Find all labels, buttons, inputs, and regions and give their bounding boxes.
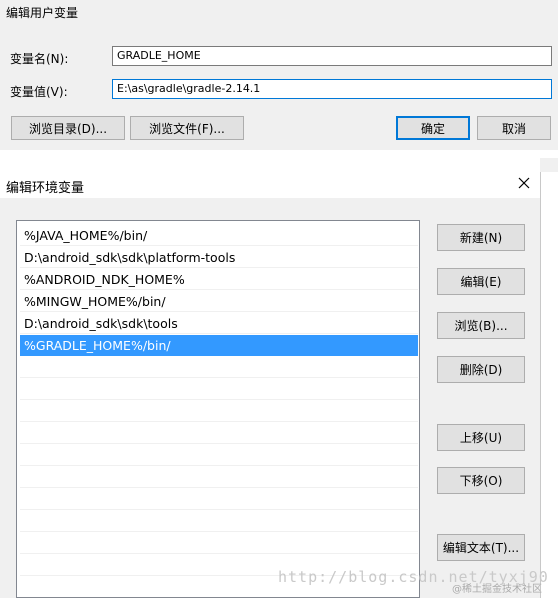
move-up-button[interactable]: 上移(U): [437, 424, 525, 451]
close-icon[interactable]: [517, 176, 531, 190]
cancel-button[interactable]: 取消: [477, 116, 551, 140]
move-down-button[interactable]: 下移(O): [437, 467, 525, 494]
empty-row[interactable]: [20, 489, 418, 510]
delete-button[interactable]: 删除(D): [437, 356, 525, 383]
list-item[interactable]: D:\android_sdk\sdk\platform-tools: [20, 247, 418, 268]
window-edge: [540, 172, 558, 598]
empty-row[interactable]: [20, 533, 418, 554]
separator: [0, 150, 558, 158]
watermark-credit: @稀土掘金技术社区: [452, 584, 542, 595]
edit-text-button[interactable]: 编辑文本(T)...: [437, 534, 525, 561]
variable-value-label: 变量值(V):: [10, 85, 68, 99]
list-item[interactable]: %JAVA_HOME%/bin/: [20, 225, 418, 246]
empty-row[interactable]: [20, 379, 418, 400]
variable-name-label: 变量名(N):: [10, 52, 69, 66]
dialog-title: 编辑环境变量: [6, 181, 85, 196]
variable-name-input[interactable]: GRADLE_HOME: [112, 46, 552, 66]
empty-row[interactable]: [20, 401, 418, 422]
ok-button[interactable]: 确定: [396, 116, 470, 140]
browse-file-button[interactable]: 浏览文件(F)...: [130, 116, 244, 140]
empty-row[interactable]: [20, 511, 418, 532]
browse-button[interactable]: 浏览(B)...: [437, 312, 525, 339]
empty-row[interactable]: [20, 467, 418, 488]
list-item[interactable]: D:\android_sdk\sdk\tools: [20, 313, 418, 334]
list-item-selected[interactable]: %GRADLE_HOME%/bin/: [20, 335, 418, 356]
list-item[interactable]: %MINGW_HOME%/bin/: [20, 291, 418, 312]
new-button[interactable]: 新建(N): [437, 224, 525, 251]
variable-value-input[interactable]: E:\as\gradle\gradle-2.14.1: [112, 79, 552, 99]
list-item[interactable]: %ANDROID_NDK_HOME%: [20, 269, 418, 290]
dialog-title: 编辑用户变量: [6, 6, 79, 20]
edit-button[interactable]: 编辑(E): [437, 268, 525, 295]
path-list[interactable]: %JAVA_HOME%/bin/ D:\android_sdk\sdk\plat…: [16, 220, 420, 598]
edit-environment-variable-dialog: 编辑环境变量 %JAVA_HOME%/bin/ D:\android_sdk\s…: [0, 158, 558, 598]
empty-row[interactable]: [20, 423, 418, 444]
empty-row[interactable]: [20, 357, 418, 378]
edit-user-variable-dialog: 编辑用户变量 变量名(N): GRADLE_HOME 变量值(V): E:\as…: [0, 0, 558, 150]
empty-row[interactable]: [20, 445, 418, 466]
browse-directory-button[interactable]: 浏览目录(D)...: [11, 116, 125, 140]
